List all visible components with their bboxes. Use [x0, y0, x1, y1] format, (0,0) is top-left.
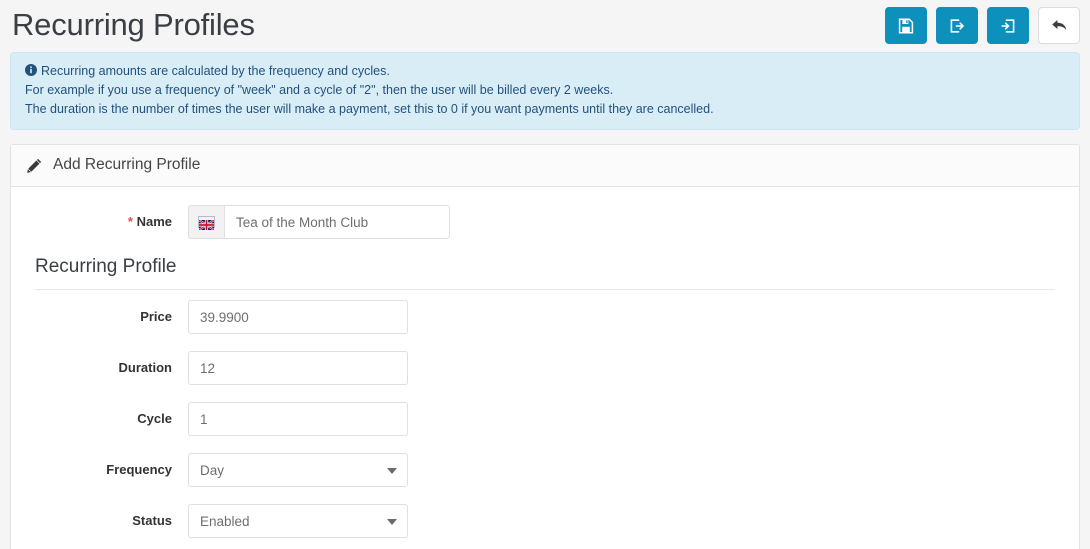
cycle-input[interactable]: [188, 402, 408, 436]
page-title: Recurring Profiles: [12, 7, 255, 42]
cycle-label: Cycle: [137, 411, 172, 426]
form-row-status: Status: [25, 504, 1065, 538]
frequency-select[interactable]: [188, 453, 408, 487]
panel-heading: Add Recurring Profile: [11, 145, 1079, 187]
alert-text-1: Recurring amounts are calculated by the …: [41, 64, 390, 78]
save-and-close-button[interactable]: [936, 7, 978, 44]
form-row-cycle: Cycle: [25, 402, 1065, 436]
header-action-buttons: [885, 7, 1080, 44]
name-label: * Name: [25, 205, 188, 231]
form-row-duration: Duration: [25, 351, 1065, 385]
name-field-wrapper: [188, 205, 450, 239]
pencil-icon: [27, 158, 42, 173]
alert-line-3: The duration is the number of times the …: [25, 102, 714, 116]
form-row-name: * Name: [25, 205, 1065, 239]
info-circle-icon: [25, 63, 37, 76]
form-row-frequency: Frequency: [25, 453, 1065, 487]
name-label-text: Name: [136, 214, 172, 229]
save-and-new-button[interactable]: [987, 7, 1029, 44]
frequency-label: Frequency: [106, 462, 172, 477]
alert-line-1: Recurring amounts are calculated by the …: [25, 62, 1065, 81]
page-header: Recurring Profiles: [0, 0, 1090, 52]
panel-heading-text: Add Recurring Profile: [53, 156, 201, 173]
save-button[interactable]: [885, 7, 927, 44]
status-select[interactable]: [188, 504, 408, 538]
sign-in-icon: [1000, 18, 1016, 34]
form-row-price: Price: [25, 300, 1065, 334]
section-title-recurring-profile: Recurring Profile: [35, 256, 1055, 290]
add-recurring-profile-panel: Add Recurring Profile * Name Tea of the …: [10, 144, 1080, 549]
frequency-select-wrapper: [188, 453, 408, 487]
status-label: Status: [132, 513, 172, 528]
sign-out-icon: [949, 18, 965, 34]
language-addon[interactable]: [188, 205, 224, 239]
reply-arrow-icon: [1051, 18, 1068, 33]
panel-body: * Name Tea of the Month Club Recurring P…: [11, 187, 1079, 538]
required-marker: *: [127, 214, 133, 229]
price-label: Price: [140, 309, 172, 324]
info-alert: Recurring amounts are calculated by the …: [10, 52, 1080, 130]
floppy-disk-icon: [898, 17, 914, 34]
name-input[interactable]: [224, 205, 450, 239]
back-button[interactable]: [1038, 7, 1080, 44]
name-input-group: [188, 205, 450, 239]
status-select-wrapper: [188, 504, 408, 538]
uk-flag-icon: [198, 216, 215, 231]
duration-label: Duration: [118, 360, 172, 375]
duration-input[interactable]: [188, 351, 408, 385]
alert-line-2: For example if you use a frequency of "w…: [25, 83, 614, 97]
price-input[interactable]: [188, 300, 408, 334]
